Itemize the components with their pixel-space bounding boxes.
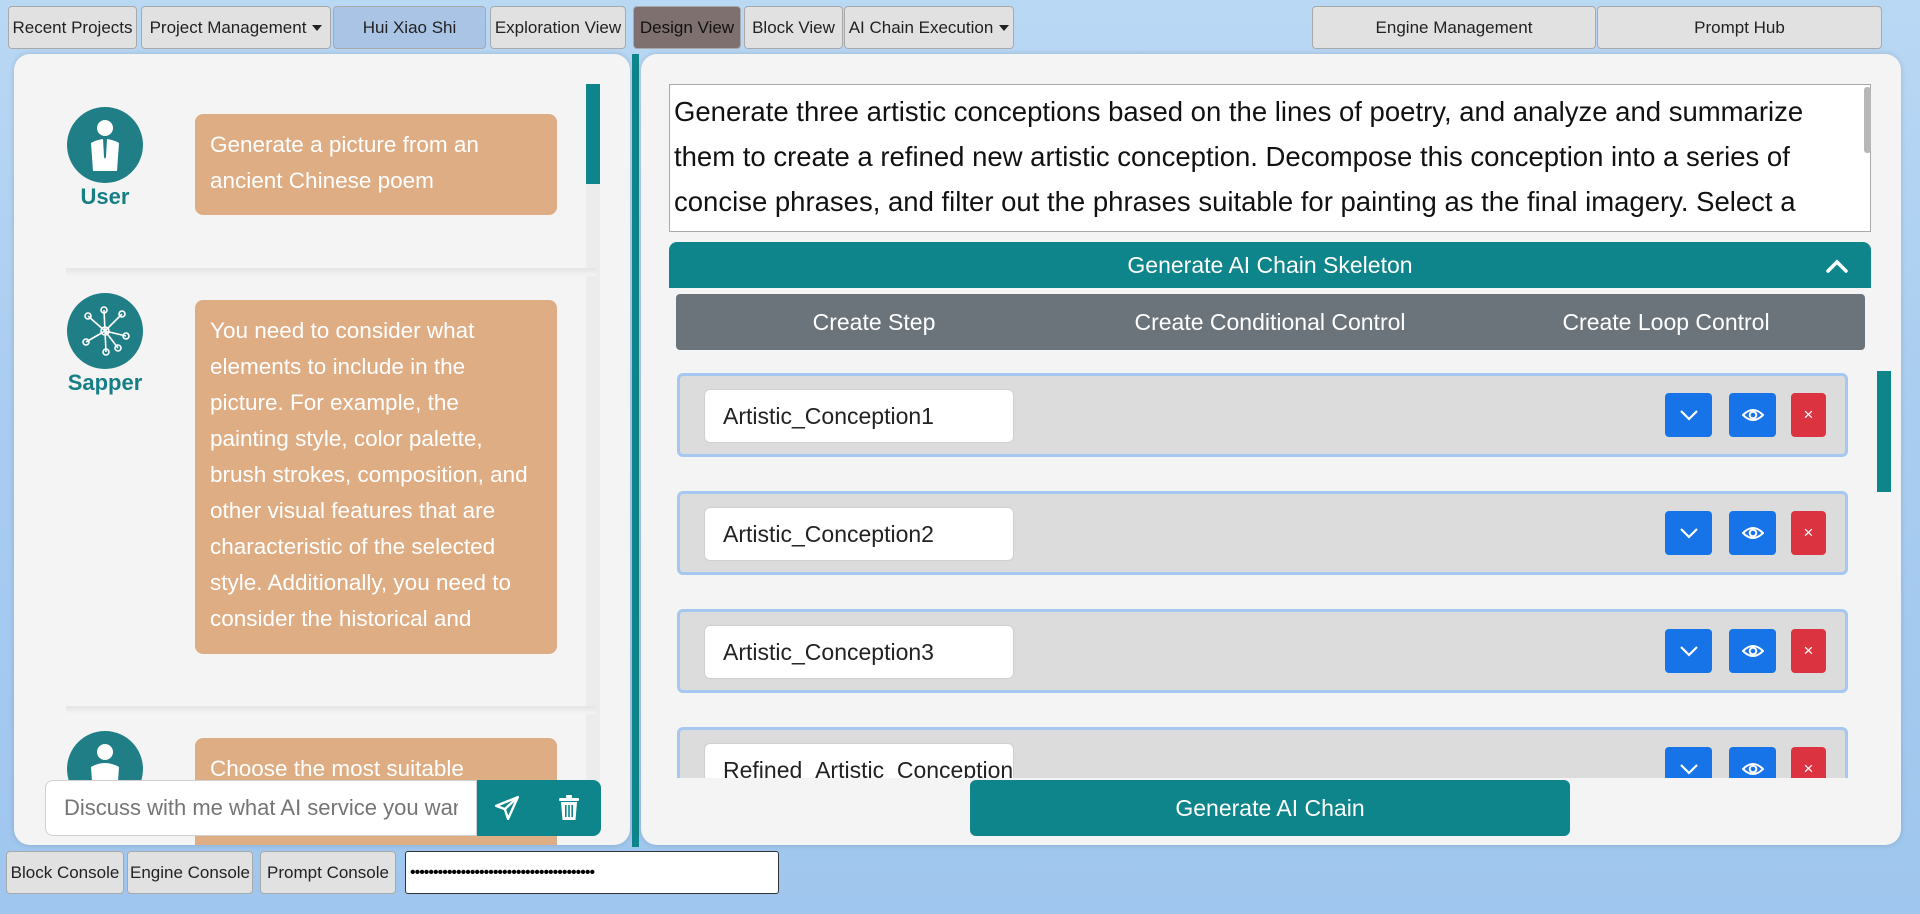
message-bubble: Generate a picture from an ancient Chine…: [195, 114, 557, 215]
chat-input[interactable]: [45, 780, 477, 836]
clear-chat-button[interactable]: [537, 780, 601, 836]
preview-step-button[interactable]: [1729, 511, 1776, 555]
sapper-avatar: [67, 293, 143, 369]
chevron-down-icon: [1679, 646, 1698, 657]
tab-block-view[interactable]: Block View: [744, 6, 843, 49]
recent-projects-button[interactable]: Recent Projects: [8, 6, 137, 49]
chat-input-wrap: [45, 780, 601, 836]
chevron-up-icon[interactable]: [1825, 256, 1849, 274]
expand-step-button[interactable]: [1665, 511, 1712, 555]
delete-step-button[interactable]: ×: [1791, 393, 1826, 437]
eye-icon: [1741, 645, 1764, 657]
expand-step-button[interactable]: [1665, 747, 1712, 778]
network-icon: [82, 306, 130, 356]
step-name-input[interactable]: Artistic_Conception3: [704, 625, 1014, 679]
create-loop-control-button[interactable]: Create Loop Control: [1468, 294, 1864, 350]
skeleton-header-label: Generate AI Chain Skeleton: [1127, 251, 1413, 278]
step-item[interactable]: Artistic_Conception3 ×: [677, 609, 1848, 693]
send-icon: [494, 795, 520, 821]
expand-step-button[interactable]: [1665, 629, 1712, 673]
message-separator: [66, 706, 596, 714]
preview-step-button[interactable]: [1729, 747, 1776, 778]
prompt-scrollbar-thumb[interactable]: [1864, 87, 1871, 153]
prompt-textarea[interactable]: Generate three artistic conceptions base…: [669, 84, 1871, 232]
eye-icon: [1741, 763, 1764, 775]
prompt-hub-button[interactable]: Prompt Hub: [1597, 6, 1882, 49]
create-step-button[interactable]: Create Step: [676, 294, 1072, 350]
password-field[interactable]: ••••••••••••••••••••••••••••••••••••••••: [405, 851, 779, 894]
eye-icon: [1741, 527, 1764, 539]
tab-design-view[interactable]: Design View: [633, 6, 741, 49]
engine-console-button[interactable]: Engine Console: [127, 851, 253, 894]
delete-step-button[interactable]: ×: [1791, 511, 1826, 555]
step-name-input[interactable]: Artistic_Conception1: [704, 389, 1014, 443]
preview-step-button[interactable]: [1729, 629, 1776, 673]
ai-chain-execution-label: AI Chain Execution: [848, 17, 994, 37]
step-clip: Refined_Artistic_Conception ×: [0, 727, 1920, 778]
project-management-dropdown[interactable]: Project Management: [141, 6, 331, 49]
chevron-down-icon: [1679, 528, 1698, 539]
project-management-label: Project Management: [149, 17, 307, 37]
user-icon: [91, 120, 119, 171]
close-icon: ×: [1803, 641, 1814, 660]
step-item[interactable]: Artistic_Conception1 ×: [677, 373, 1848, 457]
hui-xiao-shi-button[interactable]: Hui Xiao Shi: [333, 6, 486, 49]
step-name-input[interactable]: Refined_Artistic_Conception: [704, 743, 1014, 778]
trash-icon: [559, 795, 579, 820]
caret-down-icon: [999, 24, 1010, 31]
prompt-console-button[interactable]: Prompt Console: [260, 851, 396, 894]
create-conditional-control-button[interactable]: Create Conditional Control: [1072, 294, 1468, 350]
step-item[interactable]: Artistic_Conception2 ×: [677, 491, 1848, 575]
control-toolbar: Create Step Create Conditional Control C…: [676, 294, 1865, 350]
delete-step-button[interactable]: ×: [1791, 747, 1826, 778]
close-icon: ×: [1803, 523, 1814, 542]
expand-step-button[interactable]: [1665, 393, 1712, 437]
chevron-down-icon: [1679, 764, 1698, 775]
step-clip: Artistic_Conception3 ×: [0, 609, 1920, 699]
ai-chain-execution-dropdown[interactable]: AI Chain Execution: [844, 6, 1014, 49]
chat-scrollbar-thumb[interactable]: [586, 84, 600, 184]
chevron-down-icon: [1679, 410, 1698, 421]
generate-ai-chain-button[interactable]: Generate AI Chain: [970, 780, 1570, 836]
message-separator: [66, 268, 596, 276]
eye-icon: [1741, 409, 1764, 421]
message-bubble: You need to consider what elements to in…: [195, 300, 557, 654]
skeleton-header[interactable]: Generate AI Chain Skeleton: [669, 242, 1871, 288]
block-console-button[interactable]: Block Console: [6, 851, 124, 894]
step-clip: Artistic_Conception2 ×: [0, 491, 1920, 581]
close-icon: ×: [1803, 759, 1814, 778]
step-clip: Artistic_Conception1 ×: [0, 373, 1920, 463]
tab-exploration-view[interactable]: Exploration View: [490, 6, 626, 49]
preview-step-button[interactable]: [1729, 393, 1776, 437]
user-avatar: [67, 107, 143, 183]
caret-down-icon: [312, 24, 323, 31]
delete-step-button[interactable]: ×: [1791, 629, 1826, 673]
close-icon: ×: [1803, 405, 1814, 424]
send-button[interactable]: [477, 780, 537, 836]
engine-management-button[interactable]: Engine Management: [1312, 6, 1596, 49]
step-item[interactable]: Refined_Artistic_Conception ×: [677, 727, 1848, 778]
message-role: User: [80, 184, 130, 209]
step-name-input[interactable]: Artistic_Conception2: [704, 507, 1014, 561]
